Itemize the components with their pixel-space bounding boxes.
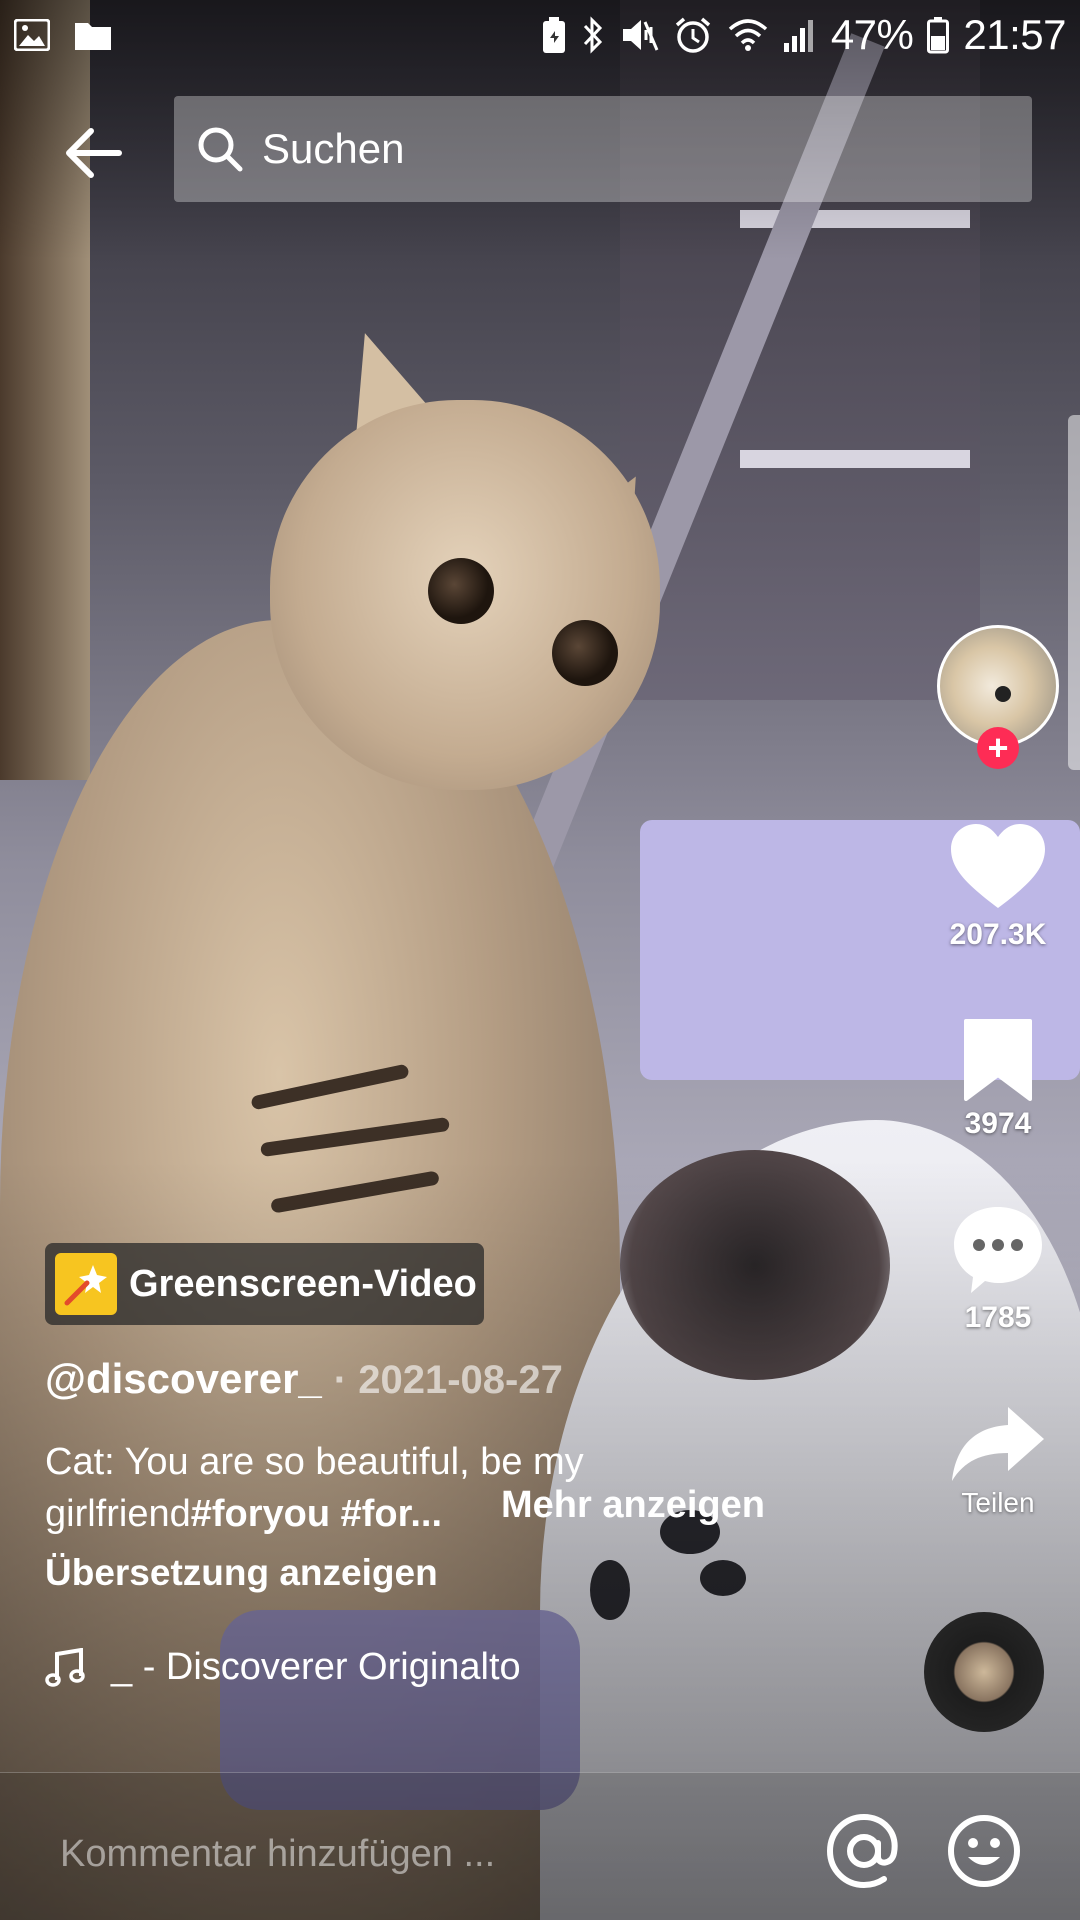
heart-icon	[951, 824, 1045, 908]
comment-bar: Kommentar hinzufügen ...	[0, 1772, 1080, 1920]
comment-input[interactable]: Kommentar hinzufügen ...	[60, 1833, 495, 1876]
battery-percent: 47%	[830, 11, 914, 58]
alarm-icon	[675, 17, 710, 53]
side-scroll-indicator	[1068, 415, 1080, 770]
caption-line: Cat: You are so beautiful, be my	[45, 1441, 584, 1483]
back-button[interactable]	[58, 118, 128, 188]
mute-icon	[622, 20, 659, 51]
share-icon	[952, 1407, 1044, 1481]
save-button[interactable]: 3974	[933, 1017, 1063, 1141]
back-arrow-icon	[66, 128, 122, 178]
battery-saver-icon	[542, 17, 565, 53]
emoji-icon	[948, 1815, 1020, 1887]
search-placeholder: Suchen	[262, 125, 405, 172]
like-button[interactable]: 207.3K	[933, 822, 1063, 952]
save-count: 3974	[964, 1107, 1032, 1140]
video-cat-eye	[428, 558, 494, 624]
like-count: 207.3K	[949, 918, 1047, 951]
share-label: Teilen	[961, 1487, 1035, 1518]
signal-icon	[783, 20, 813, 52]
effect-chip[interactable]: Greenscreen-Video	[45, 1243, 484, 1325]
author-username[interactable]: @discoverer_	[45, 1355, 322, 1403]
bookmark-icon	[964, 1019, 1032, 1101]
video-cat-eye	[552, 620, 618, 686]
caption-text: girlfriend	[45, 1493, 191, 1535]
music-row[interactable]: _ - Discoverer Originalto	[45, 1646, 585, 1689]
status-bar: 47% 21:57	[0, 0, 1080, 70]
translate-link[interactable]: Übersetzung anzeigen	[45, 1552, 438, 1594]
video-bg-shelf-bar	[740, 450, 970, 468]
show-more-link[interactable]: Mehr anzeigen	[501, 1484, 765, 1527]
emoji-button[interactable]	[946, 1813, 1022, 1889]
effect-label: Greenscreen-Video	[129, 1262, 477, 1305]
clock: 21:57	[963, 11, 1066, 58]
comment-count: 1785	[964, 1301, 1032, 1334]
sparkle-icon	[64, 1265, 107, 1306]
share-button[interactable]: Teilen	[933, 1405, 1063, 1519]
wifi-icon	[728, 19, 767, 51]
comment-button[interactable]: 1785	[933, 1203, 1063, 1335]
caption-hashtags[interactable]: #foryou #for...	[191, 1493, 442, 1535]
video-frame[interactable]	[0, 0, 1080, 1920]
search-input[interactable]: Suchen	[174, 96, 1032, 202]
music-note-icon	[45, 1647, 85, 1687]
music-disc[interactable]	[924, 1612, 1044, 1732]
at-icon	[826, 1813, 898, 1889]
post-date: · 2021-08-27	[333, 1358, 563, 1402]
comment-icon	[954, 1207, 1042, 1293]
follow-button[interactable]: +	[977, 727, 1019, 769]
effect-icon	[55, 1253, 117, 1315]
author-line: @discoverer_ · 2021-08-27	[45, 1355, 563, 1403]
battery-icon	[927, 17, 950, 54]
gallery-icon	[14, 19, 50, 51]
bluetooth-icon	[583, 16, 602, 54]
mention-button[interactable]	[826, 1813, 902, 1889]
folder-icon	[75, 23, 111, 50]
music-title: _ - Discoverer Originalto	[111, 1646, 521, 1688]
search-icon	[198, 127, 243, 172]
